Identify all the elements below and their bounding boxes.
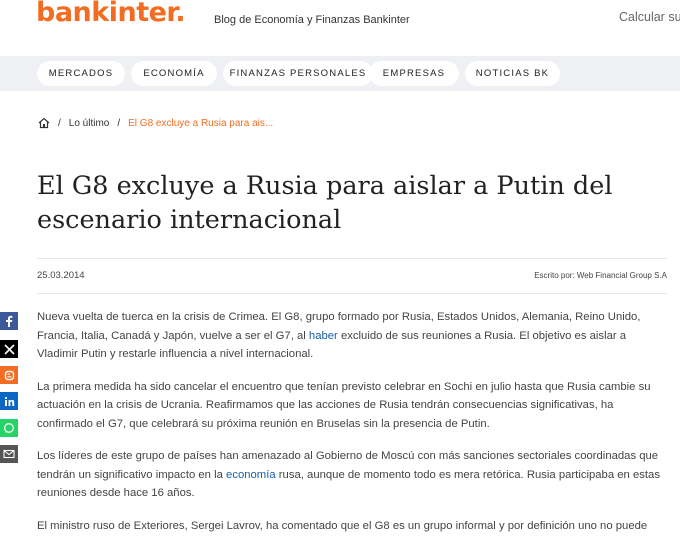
economia-link[interactable]: economía <box>226 469 276 481</box>
article-author: Escrito por: Web Financial Group S.A <box>534 271 667 280</box>
site-header: bankinter. Blog de Economía y Finanzas B… <box>0 0 680 56</box>
article-title: El G8 excluye a Rusia para aislar a Puti… <box>37 171 613 235</box>
article-meta: 25.03.2014 Escrito por: Web Financial Gr… <box>37 258 667 294</box>
bankinter-logo[interactable]: bankinter. <box>36 0 186 28</box>
main-nav: MERCADOS ECONOMÍA FINANZAS PERSONALES EM… <box>0 56 680 91</box>
blogger-icon[interactable] <box>0 366 18 384</box>
nav-item-mercados[interactable]: MERCADOS <box>37 61 125 86</box>
breadcrumb-separator: / <box>117 117 121 129</box>
nav-item-noticias-bk[interactable]: NOTICIAS BK <box>465 61 560 86</box>
calculator-link[interactable]: Calcular sue <box>619 10 680 24</box>
breadcrumb-current: El G8 excluye a Rusia para ais... <box>128 117 274 129</box>
nav-item-finanzas-personales[interactable]: FINANZAS PERSONALES <box>223 61 373 86</box>
article-date: 25.03.2014 <box>37 270 85 281</box>
article-body: Nueva vuelta de tuerca en la crisis de C… <box>37 308 663 549</box>
paragraph-1: Nueva vuelta de tuerca en la crisis de C… <box>37 311 641 360</box>
blog-title: Blog de Economía y Finanzas Bankinter <box>214 14 410 26</box>
nav-item-economia[interactable]: ECONOMÍA <box>131 61 217 86</box>
x-icon[interactable] <box>0 340 18 358</box>
breadcrumb-lo-ultimo[interactable]: Lo último <box>69 118 110 129</box>
whatsapp-icon[interactable] <box>0 419 18 437</box>
linkedin-icon[interactable] <box>0 392 18 410</box>
haber-link[interactable]: haber <box>309 330 338 342</box>
facebook-icon[interactable] <box>0 312 18 330</box>
home-icon[interactable] <box>38 117 50 129</box>
paragraph-2: La primera medida ha sido cancelar el en… <box>37 380 651 430</box>
paragraph-3: Los líderes de este grupo de países han … <box>37 450 660 499</box>
nav-item-empresas[interactable]: EMPRESAS <box>369 61 459 86</box>
breadcrumb-separator: / <box>58 117 61 129</box>
email-icon[interactable] <box>0 445 18 463</box>
breadcrumb: / Lo último / El G8 excluye a Rusia para… <box>38 117 273 129</box>
